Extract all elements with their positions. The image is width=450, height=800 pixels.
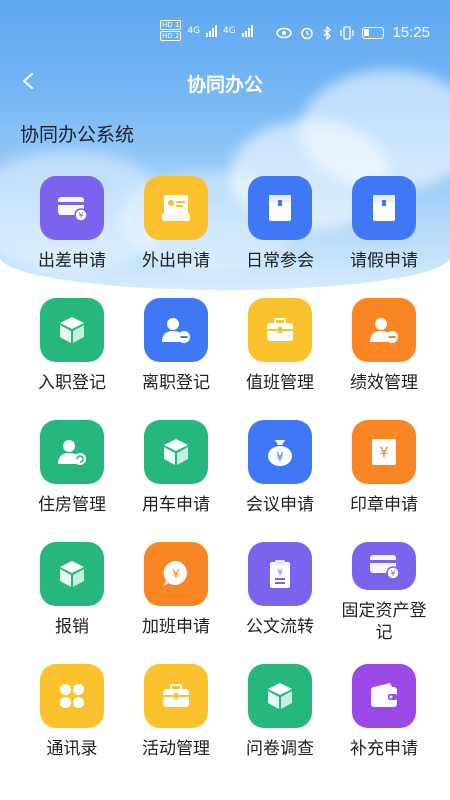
signal-area: HD 1 HD 2 4G 4G [160,20,253,41]
app-item[interactable]: 日常参会 [228,176,332,278]
folder-icon[interactable] [352,176,416,240]
app-label: 绩效管理 [350,373,418,393]
yen-bubble-icon[interactable]: ¥ [144,542,208,606]
vibrate-icon [340,25,355,40]
user-refresh-icon[interactable] [40,420,104,484]
app-label: 补充申请 [350,739,418,759]
svg-text:¥: ¥ [277,568,282,577]
app-item[interactable]: 绩效管理 [332,298,436,400]
app-item[interactable]: ¥ 固定资产登记 [332,542,436,644]
app-label: 固定资产登记 [341,601,427,643]
user-minus-icon[interactable] [352,298,416,362]
section-title: 协同办公系统 [20,124,135,146]
clock: 15:25 [392,24,430,41]
briefcase-icon[interactable] [248,298,312,362]
wallet-icon[interactable] [352,664,416,728]
yen-square-icon[interactable]: ¥ [352,420,416,484]
svg-text:¥: ¥ [276,450,284,464]
briefcase-icon[interactable] [144,664,208,728]
app-label: 加班申请 [142,617,210,637]
app-label: 请假申请 [350,251,418,271]
network-1-label: 4G [187,25,201,36]
app-item[interactable]: 补充申请 [332,664,436,766]
app-bar: 协同办公 [0,60,450,104]
signal-1-icon [206,24,218,37]
app-item[interactable]: 外出申请 [124,176,228,278]
app-item[interactable]: 住房管理 [20,420,124,522]
app-item[interactable]: 请假申请 [332,176,436,278]
app-label: 用车申请 [142,495,210,515]
app-item[interactable]: 值班管理 [228,298,332,400]
app-item[interactable]: ¥ 会议申请 [228,420,332,522]
money-bag-icon[interactable]: ¥ [248,420,312,484]
app-item[interactable]: 离职登记 [124,298,228,400]
cube-icon[interactable] [144,420,208,484]
app-label: 离职登记 [142,373,210,393]
page-title: 协同办公 [186,74,263,96]
app-item[interactable]: 入职登记 [20,298,124,400]
alarm-icon [301,27,314,39]
folder-icon[interactable] [248,176,312,240]
signal-2-icon [241,24,253,37]
app-label: 出差申请 [38,251,106,271]
card-yen-icon[interactable]: ¥ [352,542,416,590]
app-label: 活动管理 [142,739,210,759]
network-2-label: 4G [223,25,236,36]
svg-text:¥: ¥ [172,567,180,581]
app-item[interactable]: 活动管理 [124,664,228,766]
app-item[interactable]: ¥ 印章申请 [332,420,436,522]
app-label: 印章申请 [350,495,418,515]
clipboard-icon[interactable]: ¥ [248,542,312,606]
app-label: 住房管理 [38,495,106,515]
app-label: 外出申请 [142,251,210,271]
app-item[interactable]: ¥ 加班申请 [124,542,228,644]
eye-icon [276,27,293,38]
app-item[interactable]: 通讯录 [20,664,124,766]
app-label: 会议申请 [246,495,314,515]
battery-icon [362,26,385,39]
user-minus-icon[interactable] [144,298,208,362]
app-label: 报销 [55,617,89,637]
app-label: 日常参会 [246,251,314,271]
status-bar: HD 1 HD 2 4G 4G 15:25 [0,0,450,56]
sim2-label: HD 2 [160,31,182,41]
app-label: 入职登记 [38,373,106,393]
id-card-icon[interactable] [144,176,208,240]
sim1-label: HD 1 [160,20,182,30]
cube-icon[interactable] [40,298,104,362]
bluetooth-icon [323,25,332,40]
app-label: 公文流转 [246,617,314,637]
status-icons: 15:25 [276,24,430,41]
app-item[interactable]: ¥ 公文流转 [228,542,332,644]
app-item[interactable]: 问卷调查 [228,664,332,766]
svg-text:¥: ¥ [390,569,395,578]
app-item[interactable]: 用车申请 [124,420,228,522]
app-item[interactable]: ¥ 出差申请 [20,176,124,278]
svg-text:¥: ¥ [78,211,83,220]
cube-icon[interactable] [248,664,312,728]
card-yen-icon[interactable]: ¥ [40,176,104,240]
app-grid: ¥ 出差申请 外出申请 日常参会 请假申请入职登记 离职登记 值班管理 绩效管理住房管理 用车申… [20,176,436,766]
cube-icon[interactable] [40,542,104,606]
app-item[interactable]: 报销 [20,542,124,644]
four-petal-icon[interactable] [40,664,104,728]
svg-text:¥: ¥ [380,445,389,461]
app-label: 值班管理 [246,373,314,393]
app-label: 问卷调查 [246,739,314,759]
app-label: 通讯录 [46,739,98,759]
